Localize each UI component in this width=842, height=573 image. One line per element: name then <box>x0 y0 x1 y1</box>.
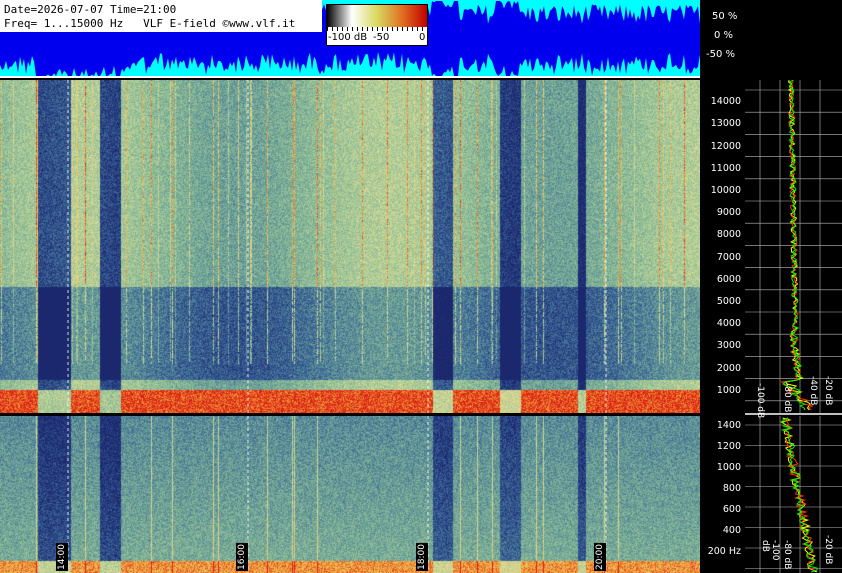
time-label-2000: 20:00 <box>594 543 606 571</box>
header-frequency-info: Freq= 1...15000 Hz VLF E-field ©www.vlf.… <box>4 17 296 30</box>
profile-trace-1 <box>780 80 814 411</box>
freq-tick-10000: 10000 <box>710 185 741 196</box>
freq-tick-13000: 13000 <box>710 118 741 130</box>
freq-tick-low-400: 400 <box>722 525 741 537</box>
freq-tick-low-1200: 1200 <box>716 441 741 453</box>
freq-tick-4000: 4000 <box>716 318 741 330</box>
colorbar-gradient <box>327 5 427 27</box>
profile-label-minus40: -40 dB <box>808 376 818 406</box>
profile2-label-minus100: -100 dB <box>760 540 780 561</box>
amp-tick-0: 0 % <box>714 30 734 41</box>
freq-tick-12000: 12000 <box>710 140 741 152</box>
time-label-1600: 16:00 <box>236 543 248 571</box>
freq-tick-1000: 1000 <box>716 384 741 396</box>
profile-trace-0 <box>785 80 811 411</box>
vlf-spectrogram-display: Date=2026-07-07 Time=21:00 Freq= 1...150… <box>0 0 842 573</box>
profile2-label-minus80: -80 dB <box>782 540 792 570</box>
colorbar: -100 dB -50 0 <box>326 4 428 46</box>
profile2-label-minus20: -20 dB <box>823 535 833 565</box>
freq-tick-3000: 3000 <box>716 340 741 352</box>
freq-tick-6000: 6000 <box>716 273 741 285</box>
freq-tick-9000: 9000 <box>716 207 741 219</box>
colorbar-label-max: 0 <box>419 32 426 43</box>
colorbar-label-mid: -50 <box>373 32 390 43</box>
amp-tick-50: 50 % <box>712 11 738 22</box>
time-markers <box>67 80 607 573</box>
freq-tick-7000: 7000 <box>716 251 741 263</box>
freq-tick-8000: 8000 <box>716 229 741 241</box>
freq-tick-5000: 5000 <box>716 296 741 307</box>
freq-tick-low-1400: 1400 <box>716 420 741 432</box>
time-label-1400: 14:00 <box>56 543 68 571</box>
spectrum-profile <box>745 80 842 573</box>
profile-label-minus20: -20 dB <box>823 376 833 406</box>
profile-label-minus100: -100 dB <box>755 383 765 419</box>
time-label-1800: 18:00 <box>416 543 428 571</box>
header-date-time: Date=2026-07-07 Time=21:00 <box>4 3 177 16</box>
freq-tick-11000: 11000 <box>710 162 741 174</box>
profile-label-minus80: -80 dB <box>782 383 792 413</box>
freq-tick-2000: 2000 <box>716 362 741 374</box>
colorbar-ticks <box>327 27 427 31</box>
freq-tick-low-200: 200 Hz <box>707 546 741 558</box>
amp-tick-minus50: -50 % <box>706 49 736 60</box>
freq-tick-low-1000: 1000 <box>716 462 741 474</box>
freq-tick-low-800: 800 <box>722 483 741 495</box>
colorbar-label-min: -100 dB <box>328 32 368 43</box>
freq-tick-14000: 14000 <box>710 96 741 108</box>
freq-tick-low-600: 600 <box>722 504 741 516</box>
header-box: Date=2026-07-07 Time=21:00 Freq= 1...150… <box>0 0 322 32</box>
